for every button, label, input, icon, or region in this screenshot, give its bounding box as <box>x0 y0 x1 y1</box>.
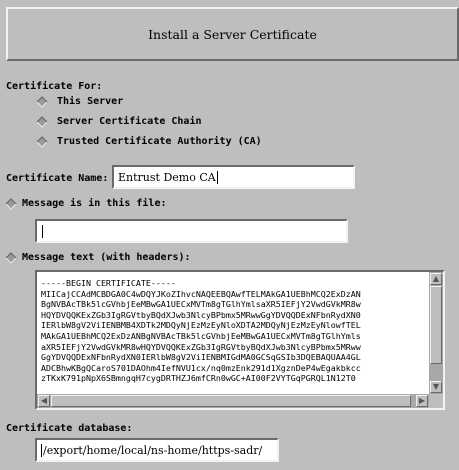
certificate-text-line: BgNVBAcTBk5lcGVhbjEeMBwGA1UECxMVTm8gTGlh… <box>41 299 361 310</box>
radio-button-icon[interactable] <box>37 117 47 127</box>
radio-trusted-ca[interactable]: Trusted Certificate Authority (CA) <box>37 136 262 147</box>
scroll-down-arrow-icon[interactable]: ▼ <box>430 381 442 393</box>
certificate-text-line: IERlbW8gV2ViIENBMB4XDTk2MDQyNjEzMzEyNloX… <box>41 320 361 331</box>
message-file-label: Message is in this file: <box>22 198 167 209</box>
certificate-text-line: -----BEGIN CERTIFICATE----- <box>41 278 176 288</box>
radio-button-icon[interactable] <box>37 137 47 147</box>
certificate-name-input[interactable]: Entrust Demo CA <box>112 165 355 189</box>
horizontal-scrollbar[interactable]: ◀ ▶ <box>37 394 429 408</box>
scroll-left-arrow-icon[interactable]: ◀ <box>38 395 50 407</box>
page-header: Install a Server Certificate <box>6 7 459 61</box>
radio-server-certificate-chain[interactable]: Server Certificate Chain <box>37 116 202 127</box>
certificate-name-value: Entrust Demo CA <box>118 170 216 184</box>
scroll-up-arrow-icon[interactable]: ▲ <box>430 273 442 285</box>
radio-button-icon[interactable] <box>6 199 16 209</box>
certificate-text-line: GgYDVQQDExNFbnRydXN0IERlbW8gV2ViIENBMIGd… <box>41 352 361 363</box>
certificate-name-label: Certificate Name: <box>6 173 109 184</box>
certificate-database-input[interactable]: /export/home/local/ns-home/https-sadr/ <box>35 438 279 462</box>
radio-label-server-certificate-chain: Server Certificate Chain <box>57 116 202 127</box>
radio-this-server[interactable]: This Server <box>37 96 123 107</box>
certificate-text-line: HQYDVQQKExZGb3IgRGVtbyBQdXJwb3NlcyBPbmx5… <box>41 309 361 320</box>
radio-button-icon[interactable] <box>37 97 47 107</box>
radio-label-this-server: This Server <box>57 96 124 107</box>
scroll-corner <box>429 394 443 408</box>
certificate-for-label: Certificate For: <box>6 81 103 92</box>
vertical-scroll-thumb[interactable] <box>430 286 442 364</box>
certificate-database-value: /export/home/local/ns-home/https-sadr/ <box>43 443 263 457</box>
certificate-text-line: MIICajCCAdMCBDGA0C4wDQYJKoZIhvcNAQEEBQAw… <box>41 288 361 299</box>
radio-button-icon[interactable] <box>6 253 16 263</box>
message-text-label: Message text (with headers): <box>22 252 191 263</box>
certificate-database-label: Certificate database: <box>6 423 133 434</box>
text-cursor <box>216 170 218 184</box>
certificate-text-content[interactable]: -----BEGIN CERTIFICATE----- MIICajCCAdMCB… <box>41 278 427 392</box>
message-text-area[interactable]: -----BEGIN CERTIFICATE----- MIICajCCAdMCB… <box>35 270 445 410</box>
vertical-scrollbar[interactable]: ▲ ▼ <box>429 272 443 394</box>
message-file-input[interactable] <box>35 219 348 243</box>
radio-message-text[interactable]: Message text (with headers): <box>6 252 191 263</box>
certificate-text-line: MAkGA1UEBhMCQ2ExDzANBgNVBAcTBk5lcGVhbjEe… <box>41 330 361 341</box>
text-cursor <box>42 224 43 238</box>
radio-label-trusted-ca: Trusted Certificate Authority (CA) <box>57 136 262 147</box>
radio-message-in-file[interactable]: Message is in this file: <box>6 198 167 209</box>
certificate-text-line: zTKxK791pNpX6SBmngqH7cygDRTHZJ6mfCRn0wGC… <box>41 373 356 384</box>
certificate-text-line: ADCBhwKBgQCaroS701DAOhm4IefNVU1cx/nq0mzE… <box>41 362 361 373</box>
scroll-right-arrow-icon[interactable]: ▶ <box>416 395 428 407</box>
page-title: Install a Server Certificate <box>148 26 317 42</box>
certificate-text-line: aXR5IEFjY2VwdGVkMR8wHQYDVQQKExZGb3IgRGVt… <box>41 341 361 352</box>
horizontal-scroll-thumb[interactable] <box>51 395 411 407</box>
text-cursor <box>41 443 42 457</box>
